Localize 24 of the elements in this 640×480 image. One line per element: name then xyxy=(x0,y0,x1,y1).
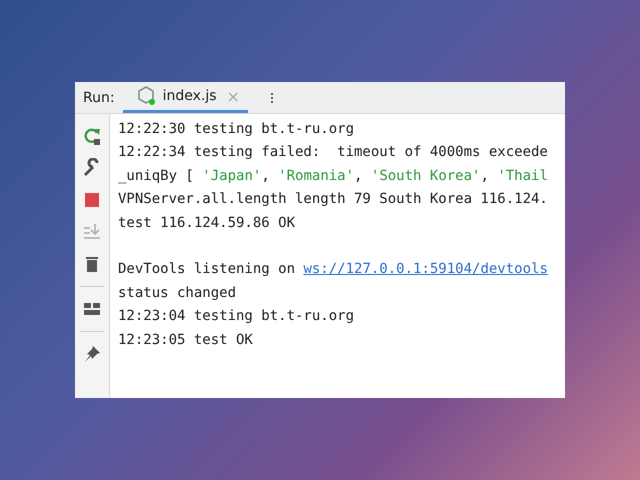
console-text: , xyxy=(261,168,271,184)
console-text: status changed xyxy=(118,284,236,301)
console-text: , xyxy=(480,168,490,184)
console-text: 12:23:05 test OK xyxy=(118,332,253,348)
console-text: test 116.124.59.86 OK xyxy=(118,214,296,231)
file-tab[interactable]: index.js × xyxy=(122,82,248,113)
string-literal: 'Thail xyxy=(497,168,548,184)
string-literal: 'Romania' xyxy=(278,168,354,184)
console-text: VPNServer.all.length length 79 South Korea 116.124. xyxy=(118,191,548,208)
console-text: 12:22:30 testing bt.t-ru.org xyxy=(118,121,354,137)
hexagon-icon xyxy=(136,86,157,106)
pin-icon[interactable] xyxy=(82,344,102,364)
console-text: DevTools listening on xyxy=(118,261,296,278)
console-text: , xyxy=(354,168,364,184)
string-literal: 'Japan' xyxy=(202,168,262,184)
console-text: 12:22:34 testing failed: timeout of 4000ms exceede xyxy=(118,144,548,160)
run-label: Run: xyxy=(82,90,116,106)
rerun-icon[interactable] xyxy=(82,126,102,146)
more-icon[interactable] xyxy=(270,92,274,104)
console-text: 12:23:04 testing bt.t-ru.org xyxy=(118,308,354,324)
devtools-link[interactable]: ws://127.0.0.1:59104/devtools xyxy=(303,261,548,278)
console-text: _uniqBy [ xyxy=(118,168,195,184)
string-literal: 'South Korea' xyxy=(370,168,480,184)
stop-icon[interactable] xyxy=(82,190,102,210)
